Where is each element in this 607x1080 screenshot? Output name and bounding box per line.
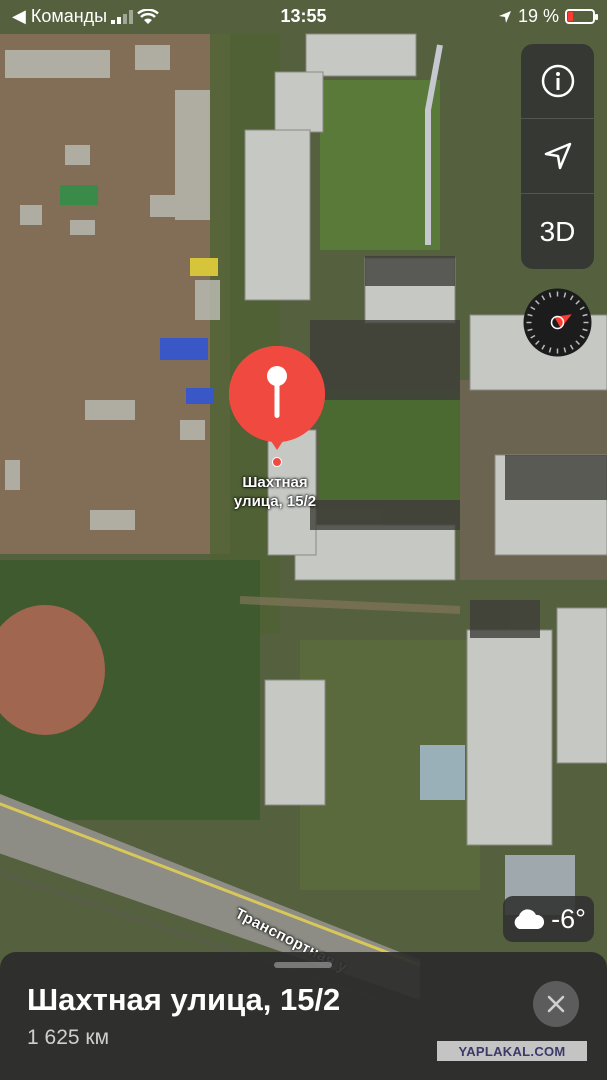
info-button[interactable] [521,44,594,119]
map-controls: 3D [521,44,594,269]
sheet-grabber[interactable] [274,962,332,968]
place-distance: 1 625 км [27,1026,110,1049]
info-icon [541,64,574,98]
pin-label-line2: улица, 15/2 [233,493,317,510]
status-bar: ◀ Команды 13:55 19 % [0,0,607,34]
back-to-app-link[interactable]: ◀ Команды [12,6,107,27]
watermark: YAPLAKAL.COM [437,1041,587,1061]
location-arrow-icon [498,10,511,23]
battery-percent: 19 % [517,6,559,26]
tracking-button[interactable] [521,119,594,194]
map-pin-icon [228,346,325,467]
location-arrow-icon [544,142,571,170]
3d-button[interactable]: 3D [521,194,594,269]
close-icon [547,995,565,1013]
compass-icon [523,288,592,357]
cloud-icon [514,909,545,929]
signal-bars-icon [111,9,134,24]
place-title: Шахтная улица, 15/2 [27,982,341,1017]
weather-badge: -6° [503,896,594,942]
battery-charging-icon [565,9,598,24]
location-pin[interactable] [227,346,327,473]
wifi-icon [137,8,159,24]
pin-label-line1: Шахтная [242,474,308,491]
pin-label: Шахтная улица, 15/2 [195,473,355,511]
compass-button[interactable] [521,286,594,359]
temperature: -6° [551,903,586,934]
close-button[interactable] [533,981,579,1027]
